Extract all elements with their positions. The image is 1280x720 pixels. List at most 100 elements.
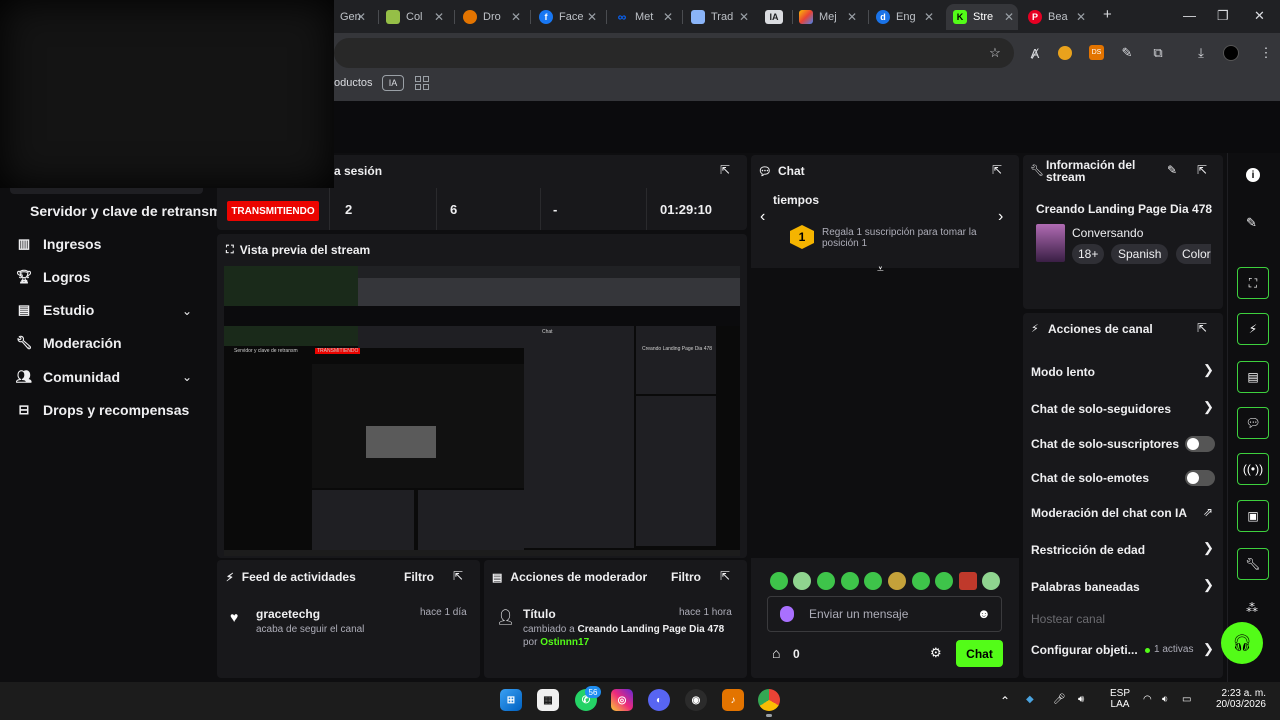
stream-info-toggle-button[interactable]: ▣	[1237, 500, 1269, 532]
gear-icon[interactable]: ⚙︎	[930, 645, 942, 661]
tab-mej[interactable]: Mej ✕	[799, 4, 861, 30]
bookmark-ia[interactable]: IA	[382, 75, 404, 91]
emote-icon[interactable]	[817, 572, 835, 590]
tab-stream-active[interactable]: K Stre ✕	[946, 4, 1018, 30]
clock[interactable]: 2:23 a. m. 20/03/2026	[1214, 688, 1266, 710]
close-icon[interactable]: ✕	[847, 10, 857, 24]
tab-face[interactable]: f Face ✕	[539, 4, 601, 30]
subscribers-only-toggle[interactable]	[1185, 436, 1215, 452]
pencil-icon[interactable]: ✎	[1246, 215, 1257, 231]
filter-button[interactable]: Filtro	[671, 570, 701, 584]
sidebar-item-stream-key[interactable]: Servidor y clave de retransm	[30, 203, 221, 219]
chevron-right-icon[interactable]: ❯	[1203, 399, 1214, 415]
close-icon[interactable]: ✕	[1004, 10, 1014, 24]
chevron-right-icon[interactable]: ❯	[1203, 641, 1214, 657]
extension-translate-icon[interactable]: Ⱥ	[1026, 44, 1044, 62]
ai-moderation-row[interactable]: Moderación del chat con IA	[1031, 506, 1187, 520]
minimize-icon[interactable]: —	[1183, 8, 1196, 23]
external-link-icon[interactable]: ⇗	[1203, 505, 1213, 519]
emote-icon[interactable]	[841, 572, 859, 590]
chat-input-placeholder[interactable]: Enviar un mensaje	[809, 607, 908, 621]
popout-icon[interactable]: ⇱	[992, 163, 1002, 177]
wifi-icon[interactable]: ◠	[1143, 694, 1152, 705]
chevron-up-icon[interactable]: ⌃	[1000, 694, 1010, 708]
activity-user[interactable]: gracetechg	[256, 607, 320, 621]
tab-eng[interactable]: d Eng ✕	[876, 4, 938, 30]
activity-toggle-button[interactable]: ⚡︎	[1237, 313, 1269, 345]
chevron-left-icon[interactable]: ‹	[760, 208, 765, 226]
edit-icon[interactable]: ✎	[1167, 163, 1177, 177]
sidebar-item-logros[interactable]: 🏆︎ Logros	[16, 269, 91, 285]
age-restriction-row[interactable]: Restricción de edad	[1031, 543, 1145, 557]
emote-icon[interactable]	[793, 572, 811, 590]
tag[interactable]: 18+	[1072, 244, 1105, 264]
close-icon[interactable]: ✕	[511, 10, 521, 24]
slow-mode-row[interactable]: Modo lento	[1031, 365, 1095, 379]
emote-icon[interactable]	[935, 572, 953, 590]
close-icon[interactable]: ✕	[924, 10, 934, 24]
emote-icon[interactable]	[959, 572, 977, 590]
stream-preview-video[interactable]: Servidor y clave de retransm Chat Creand…	[224, 266, 740, 556]
microphone-icon[interactable]: 🎤︎	[1053, 694, 1066, 705]
emote-icon[interactable]	[864, 572, 882, 590]
chevron-down-icon[interactable]: ⌄	[182, 304, 192, 318]
language-indicator[interactable]: ESP LAA	[1110, 688, 1130, 710]
battery-icon[interactable]: ▭	[1182, 694, 1191, 705]
new-tab-icon[interactable]: +	[1103, 6, 1112, 23]
fl-studio-icon[interactable]: ♪	[722, 689, 744, 711]
tray-app-icon[interactable]: ◆	[1026, 694, 1034, 705]
profile-avatar[interactable]	[1223, 45, 1239, 61]
support-button[interactable]: 🎧︎	[1221, 622, 1263, 664]
extension-coin-icon[interactable]	[1058, 46, 1072, 60]
sidebar-item-comunidad[interactable]: 👥︎ Comunidad	[16, 369, 120, 385]
star-icon[interactable]: ☆	[986, 44, 1004, 62]
store-icon[interactable]: ⌂	[772, 645, 780, 661]
popout-icon[interactable]: ⇱	[1197, 163, 1207, 177]
popout-icon[interactable]: ⇱	[720, 163, 730, 177]
tag[interactable]: Color	[1176, 244, 1211, 264]
mod-actions-toggle-button[interactable]: ▤	[1237, 361, 1269, 393]
emoji-icon[interactable]: ☻	[977, 606, 991, 621]
chat-send-button[interactable]: Chat	[956, 640, 1003, 667]
moderation-toggle-button[interactable]: 🔧︎	[1237, 548, 1269, 580]
filter-button[interactable]: Filtro	[404, 570, 434, 584]
maximize-icon[interactable]: ❐	[1217, 8, 1229, 24]
chat-toggle-button[interactable]: 💬︎	[1237, 407, 1269, 439]
discord-icon[interactable]: ◐	[648, 689, 670, 711]
tab-met[interactable]: ∞ Met ✕	[615, 4, 677, 30]
chevron-right-icon[interactable]: ›	[998, 208, 1003, 226]
chevron-right-icon[interactable]: ❯	[1203, 362, 1214, 378]
followers-only-row[interactable]: Chat de solo-seguidores	[1031, 402, 1171, 416]
tab-col[interactable]: Col ✕	[386, 4, 448, 30]
popout-icon[interactable]: ⇱	[720, 569, 730, 583]
sidebar-item-ingresos[interactable]: ▥ Ingresos	[16, 236, 102, 252]
menu-icon[interactable]: ⋮	[1257, 44, 1275, 62]
preview-toggle-button[interactable]: ⛶	[1237, 267, 1269, 299]
emote-icon[interactable]	[912, 572, 930, 590]
info-icon[interactable]: i	[1246, 168, 1260, 182]
close-icon[interactable]: ✕	[739, 10, 749, 24]
microphone-icon[interactable]	[780, 606, 794, 622]
tab-dro[interactable]: Dro ✕	[463, 4, 525, 30]
category-name[interactable]: Conversando	[1072, 226, 1143, 240]
address-bar[interactable]	[334, 38, 1014, 68]
extension-ds-icon[interactable]: DS	[1089, 45, 1104, 60]
close-icon[interactable]: ✕	[587, 10, 597, 24]
store-icon[interactable]: ▦	[537, 689, 559, 711]
obs-icon[interactable]: ◉	[685, 689, 707, 711]
share-icon[interactable]: ⁂	[1246, 601, 1258, 615]
tag[interactable]: Spanish	[1111, 244, 1169, 264]
window-close-icon[interactable]: ✕	[1254, 8, 1265, 24]
category-thumbnail[interactable]	[1036, 224, 1065, 262]
close-icon[interactable]: ✕	[356, 10, 366, 24]
eyedropper-icon[interactable]: ✎	[1118, 44, 1136, 62]
chevron-right-icon[interactable]: ❯	[1203, 577, 1214, 593]
close-icon[interactable]: ✕	[1076, 10, 1086, 24]
broadcast-toggle-button[interactable]: ((•))	[1237, 453, 1269, 485]
emote-icon[interactable]	[888, 572, 906, 590]
close-icon[interactable]: ✕	[663, 10, 673, 24]
speaker-icon[interactable]: 🔊︎	[1078, 694, 1084, 705]
banned-words-row[interactable]: Palabras baneadas	[1031, 580, 1140, 594]
sidebar-item-estudio[interactable]: ▤ Estudio	[16, 302, 95, 318]
instagram-icon[interactable]: ◎	[611, 689, 633, 711]
